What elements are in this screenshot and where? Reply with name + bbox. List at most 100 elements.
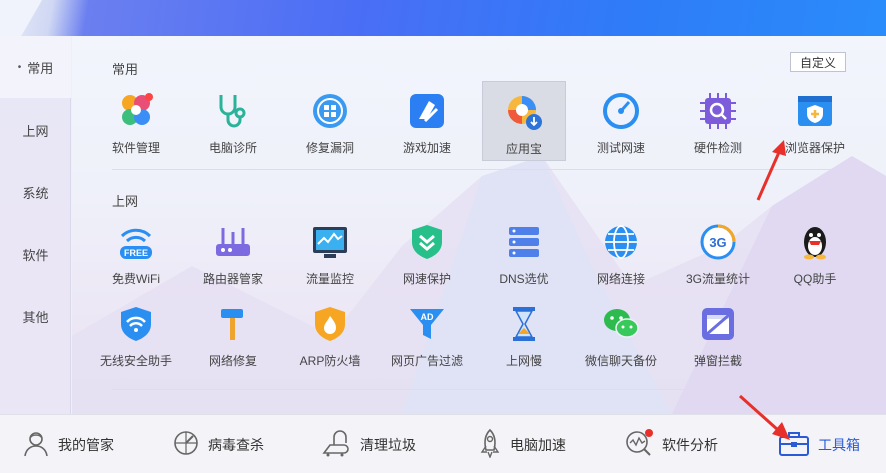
hammer-icon xyxy=(213,304,253,344)
tool-label: 免费WiFi xyxy=(112,272,160,286)
tool-label: 上网慢 xyxy=(505,354,542,368)
tool-router-manager[interactable]: 路由器管家 xyxy=(191,212,275,292)
ad-filter-icon: AD xyxy=(407,304,447,344)
qq-penguin-icon xyxy=(795,222,835,262)
analysis-icon xyxy=(624,428,654,461)
nav-label: 电脑加速 xyxy=(510,436,566,453)
app-store-icon xyxy=(504,92,544,132)
butler-icon xyxy=(22,429,50,460)
tool-hardware-check[interactable]: 硬件检测 xyxy=(676,81,760,161)
tool-network-repair[interactable]: 网络修复 xyxy=(191,294,275,374)
tool-dns-optimize[interactable]: DNS选优 xyxy=(482,212,566,292)
stethoscope-icon xyxy=(213,91,253,131)
tool-popup-block[interactable]: 弹窗拦截 xyxy=(676,294,760,374)
section-title-internet: 上网 xyxy=(112,194,139,209)
globe-icon xyxy=(601,222,641,262)
tool-label: 电脑诊所 xyxy=(208,141,257,155)
software-manager-icon xyxy=(116,91,156,131)
tool-label: 硬件检测 xyxy=(693,141,742,155)
sidebar-item-label: 系统 xyxy=(22,185,49,201)
tool-app-store[interactable]: 应用宝 xyxy=(482,81,566,161)
tool-label: 3G流量统计 xyxy=(685,272,750,286)
sidebar-item-other[interactable]: 其他 xyxy=(0,285,71,347)
traffic-monitor-icon xyxy=(310,222,350,262)
tool-traffic-monitor[interactable]: 流量监控 xyxy=(288,212,372,292)
firewall-icon xyxy=(310,304,350,344)
virus-scan-icon xyxy=(172,429,200,460)
sidebar-item-label: 上网 xyxy=(22,123,49,139)
tool-3g-traffic[interactable]: 3G 3G流量统计 xyxy=(676,212,760,292)
tool-ad-filter[interactable]: AD 网页广告过滤 xyxy=(385,294,469,374)
tool-wechat-backup[interactable]: 微信聊天备份 xyxy=(579,294,663,374)
rocket-icon xyxy=(478,428,502,461)
nav-software-analysis[interactable]: 软件分析 xyxy=(624,415,718,473)
windows-repair-icon xyxy=(310,91,350,131)
tool-label: 网络连接 xyxy=(596,272,645,286)
banner-decoration xyxy=(0,0,55,36)
sidebar-item-software[interactable]: 软件 xyxy=(0,223,71,285)
free-badge: FREE xyxy=(124,248,148,258)
tool-label: 流量监控 xyxy=(305,272,354,286)
active-dot-icon: • xyxy=(17,61,22,73)
nav-label: 清理垃圾 xyxy=(360,436,416,453)
chip-search-icon xyxy=(698,91,738,131)
tool-label: QQ助手 xyxy=(793,272,837,286)
nav-virus-scan[interactable]: 病毒查杀 xyxy=(172,415,264,473)
tool-label: ARP防火墙 xyxy=(299,354,361,368)
tool-arp-firewall[interactable]: ARP防火墙 xyxy=(288,294,372,374)
sidebar-item-internet[interactable]: 上网 xyxy=(0,99,71,161)
hourglass-icon xyxy=(504,304,544,344)
nav-clean-junk[interactable]: 清理垃圾 xyxy=(320,415,416,473)
category-sidebar: • 常用 上网 系统 软件 其他 xyxy=(0,36,71,414)
sidebar-item-system[interactable]: 系统 xyxy=(0,161,71,223)
tool-game-boost[interactable]: 游戏加速 xyxy=(385,81,469,161)
router-icon xyxy=(213,222,253,262)
section-divider xyxy=(112,389,846,390)
popup-block-icon xyxy=(698,304,738,344)
tool-label: 网速保护 xyxy=(402,272,451,286)
tool-label: 弹窗拦截 xyxy=(693,354,742,368)
free-wifi-icon: FREE xyxy=(116,222,156,262)
game-boost-icon xyxy=(407,91,447,131)
tool-label: DNS选优 xyxy=(499,272,549,286)
3g-badge: 3G xyxy=(709,235,726,250)
toolbox-icon xyxy=(778,429,810,460)
tool-speed-test[interactable]: 测试网速 xyxy=(579,81,663,161)
tool-label: 路由器管家 xyxy=(202,272,263,286)
wifi-shield-icon xyxy=(116,304,156,344)
sidebar-item-common[interactable]: • 常用 xyxy=(0,36,71,98)
tool-free-wifi[interactable]: FREE 免费WiFi xyxy=(94,212,178,292)
tool-label: 测试网速 xyxy=(596,141,645,155)
tool-software-manager[interactable]: 软件管理 xyxy=(94,81,178,161)
ad-badge: AD xyxy=(421,312,434,322)
sidebar-item-label: 常用 xyxy=(27,60,54,76)
tool-label: 微信聊天备份 xyxy=(584,354,657,368)
tool-label: 无线安全助手 xyxy=(99,354,172,368)
tool-wireless-security[interactable]: 无线安全助手 xyxy=(94,294,178,374)
nav-pc-speedup[interactable]: 电脑加速 xyxy=(478,415,566,473)
nav-toolbox[interactable]: 工具箱 xyxy=(778,415,860,473)
nav-label: 病毒查杀 xyxy=(208,436,264,453)
speedometer-icon xyxy=(601,91,641,131)
nav-my-butler[interactable]: 我的管家 xyxy=(22,415,114,473)
sidebar-item-label: 软件 xyxy=(22,247,49,263)
tool-label: 网络修复 xyxy=(208,354,257,368)
dns-server-icon xyxy=(504,222,544,262)
vacuum-icon xyxy=(320,429,352,460)
tool-browser-protection[interactable]: 浏览器保护 xyxy=(773,81,857,161)
tool-label: 游戏加速 xyxy=(402,141,451,155)
nav-label: 我的管家 xyxy=(58,436,114,453)
tool-network-connection[interactable]: 网络连接 xyxy=(579,212,663,292)
section-divider xyxy=(112,169,846,170)
tool-fix-vulnerability[interactable]: 修复漏洞 xyxy=(288,81,372,161)
bottom-navigation: 我的管家 病毒查杀 清理垃圾 电脑加速 软件分析 工具箱 xyxy=(0,414,886,473)
tool-qq-assistant[interactable]: QQ助手 xyxy=(773,212,857,292)
customize-button[interactable]: 自定义 xyxy=(790,52,846,72)
tool-label: 软件管理 xyxy=(111,141,160,155)
tool-slow-internet[interactable]: 上网慢 xyxy=(482,294,566,374)
toolbox-panel: 常用 自定义 软件管理 电脑诊所 修复漏洞 游戏加速 应用宝 测试网速 硬件检测… xyxy=(72,36,886,414)
wechat-icon xyxy=(601,304,641,344)
tool-speed-protection[interactable]: 网速保护 xyxy=(385,212,469,292)
sidebar-item-label: 其他 xyxy=(22,309,49,325)
tool-pc-clinic[interactable]: 电脑诊所 xyxy=(191,81,275,161)
